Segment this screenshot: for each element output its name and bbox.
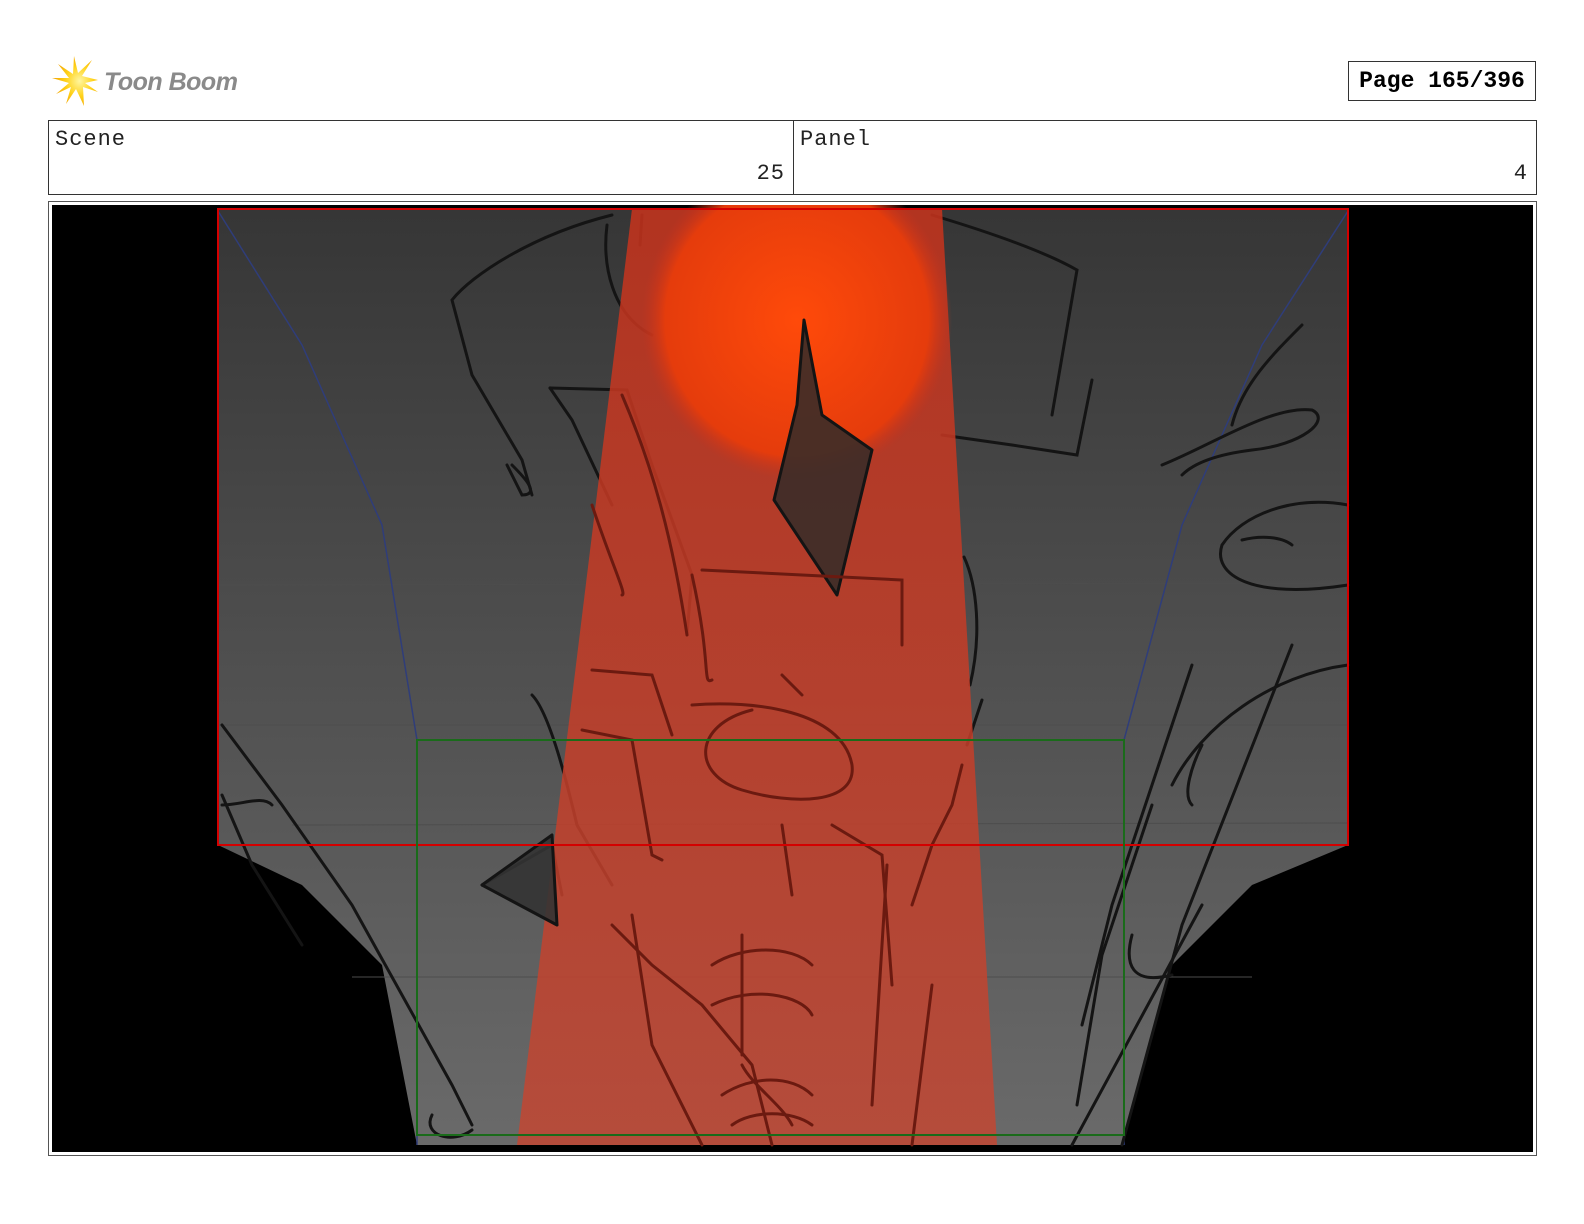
scene-label: Scene bbox=[55, 127, 127, 152]
scene-value: 25 bbox=[756, 161, 785, 186]
panel-cell: Panel 4 bbox=[794, 121, 1536, 194]
starburst-icon bbox=[52, 56, 98, 106]
logo-text: Toon Boom bbox=[104, 68, 238, 96]
storyboard-panel-frame bbox=[48, 201, 1537, 1156]
scene-cell: Scene 25 bbox=[49, 121, 794, 194]
panel-drawing bbox=[52, 205, 1533, 1152]
page-number: Page 165/396 bbox=[1348, 61, 1536, 101]
scene-panel-table: Scene 25 Panel 4 bbox=[48, 120, 1537, 195]
panel-value: 4 bbox=[1513, 161, 1528, 186]
panel-label: Panel bbox=[800, 127, 872, 152]
toon-boom-logo: Toon Boom bbox=[52, 56, 252, 108]
